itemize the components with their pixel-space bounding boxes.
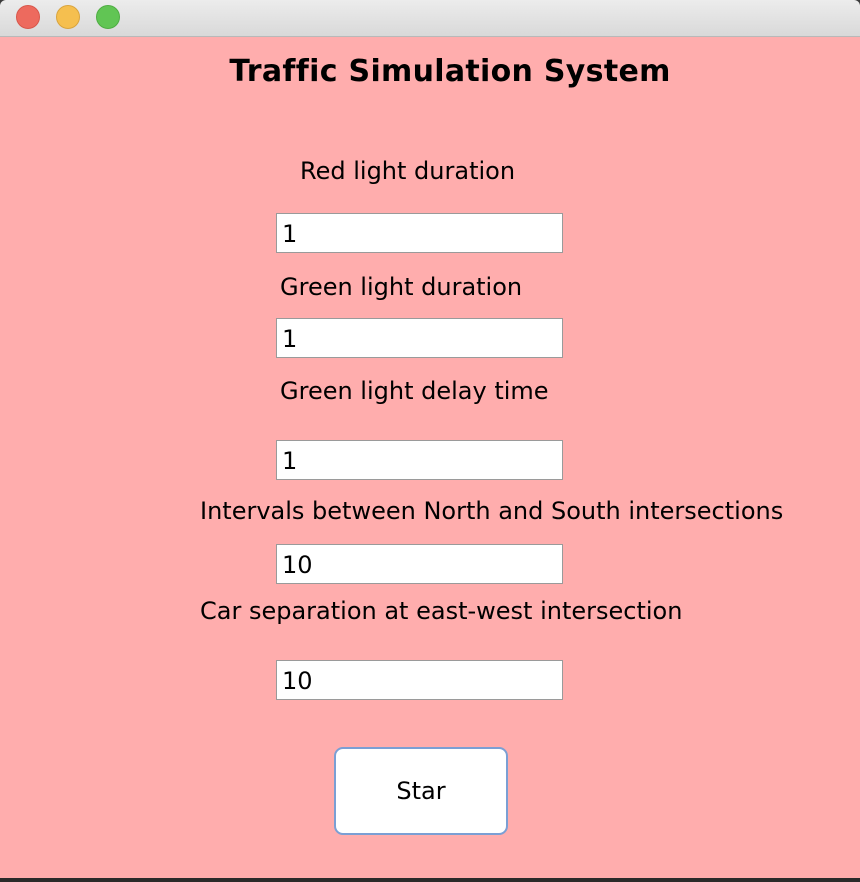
green-light-delay-time-label: Green light delay time — [280, 377, 549, 405]
page-title: Traffic Simulation System — [229, 54, 671, 89]
north-south-interval-input[interactable]: 10 — [276, 544, 563, 584]
close-window-button[interactable] — [16, 5, 40, 29]
red-light-duration-input[interactable]: 1 — [276, 213, 563, 253]
east-west-separation-label: Car separation at east-west intersection — [200, 597, 683, 625]
green-light-duration-input[interactable]: 1 — [276, 318, 563, 358]
form-panel: Traffic Simulation System Red light dura… — [0, 37, 860, 882]
green-light-delay-time-input[interactable]: 1 — [276, 440, 563, 480]
red-light-duration-label: Red light duration — [300, 157, 516, 185]
maximize-window-button[interactable] — [96, 5, 120, 29]
title-bar[interactable] — [0, 0, 860, 37]
east-west-separation-input[interactable]: 10 — [276, 660, 563, 700]
green-light-duration-label: Green light duration — [280, 273, 523, 301]
start-button[interactable]: Star — [334, 747, 508, 835]
app-window: Traffic Simulation System Red light dura… — [0, 0, 860, 882]
window-bottom-edge — [0, 878, 860, 882]
minimize-window-button[interactable] — [56, 5, 80, 29]
north-south-interval-label: Intervals between North and South inters… — [200, 497, 784, 525]
